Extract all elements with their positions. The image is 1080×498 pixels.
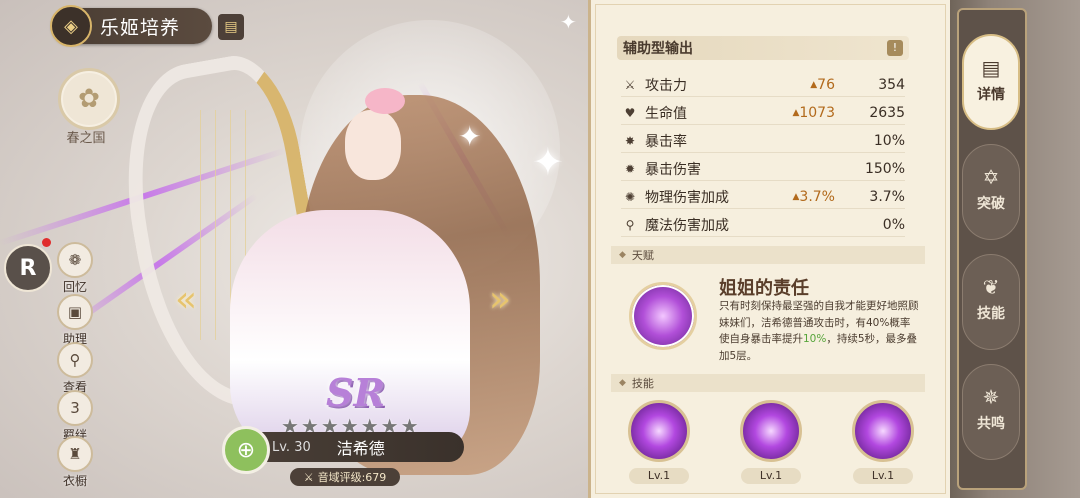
- stat-row: ✺ 物理伤害加成 ▲3.7% 3.7%: [621, 186, 905, 209]
- physical-icon: ✺: [624, 190, 636, 204]
- sword-icon: ⚔: [624, 78, 636, 92]
- skill-icon: [852, 400, 914, 462]
- magic-icon: ⚲: [625, 218, 635, 232]
- character-level-bar: Lv. 30 洁希德: [238, 432, 464, 462]
- diamond-emblem-icon: ◈: [50, 5, 92, 47]
- skills-section-header: ◆ 技能: [611, 374, 925, 392]
- rarity-badge: SR: [326, 370, 386, 415]
- notification-dot: [42, 238, 51, 247]
- skill-slot-2[interactable]: Lv.1: [739, 400, 803, 484]
- heart-icon: ♥: [624, 106, 636, 120]
- talent-icon[interactable]: [629, 282, 697, 350]
- skill-slot-1[interactable]: Lv.1: [627, 400, 691, 484]
- r-menu-button[interactable]: R: [4, 244, 52, 292]
- character-level: Lv. 30: [272, 439, 311, 455]
- stats-header: 辅助型输出 !: [617, 36, 909, 60]
- wardrobe-button[interactable]: ♜ 衣橱: [56, 436, 94, 489]
- detail-panel: 辅助型输出 ! ⚔ 攻击力 ▲76 354 ♥ 生命值 ▲1073 2635 ✸…: [588, 0, 950, 498]
- talent-section-header: ◆ 天赋: [611, 246, 925, 264]
- talent-title: 姐姐的责任: [719, 278, 809, 299]
- star-break-icon: ✡: [982, 165, 1000, 189]
- wardrobe-icon: ♜: [57, 436, 93, 472]
- tab-breakthrough[interactable]: ✡ 突破: [962, 144, 1020, 240]
- book-icon[interactable]: ▤: [218, 14, 244, 40]
- crit-damage-icon: ✹: [624, 162, 636, 176]
- stat-row: ⚔ 攻击力 ▲76 354: [621, 74, 905, 97]
- range-rating: ⚔ 音域评级:679: [290, 468, 400, 486]
- bow-class-icon: ⊕: [222, 426, 270, 474]
- scroll-icon: ▤: [981, 56, 1001, 80]
- screen-title: 乐姬培养: [100, 16, 181, 39]
- tab-skills[interactable]: ❦ 技能: [962, 254, 1020, 350]
- stat-row: ✹ 暴击伤害 150%: [621, 158, 905, 181]
- stat-row: ✸ 暴击率 10%: [621, 130, 905, 153]
- stat-row: ♥ 生命值 ▲1073 2635: [621, 102, 905, 125]
- bond-icon: 3: [57, 390, 93, 426]
- flower-crest-icon[interactable]: ✿: [58, 68, 120, 130]
- assistant-button[interactable]: ▣ 助理: [56, 294, 94, 347]
- resonance-icon: ✵: [982, 385, 1000, 409]
- info-icon[interactable]: !: [887, 40, 903, 56]
- skill-icon: [628, 400, 690, 462]
- wings-icon: ❦: [982, 275, 1000, 299]
- crit-rate-icon: ✸: [624, 134, 636, 148]
- tab-details[interactable]: ▤ 详情: [962, 34, 1020, 130]
- memory-icon: ❁: [57, 242, 93, 278]
- skill-slot-3[interactable]: Lv.1: [851, 400, 915, 484]
- assistant-icon: ▣: [57, 294, 93, 330]
- next-character-arrow[interactable]: »: [482, 282, 518, 318]
- talent-description: 只有时刻保持最坚强的自我才能更好地照顾妹妹们，洁希德普通攻击时，有40%概率使自…: [719, 300, 919, 362]
- crossed-swords-icon: ⚔: [303, 470, 314, 484]
- faction-label: 春之国: [66, 131, 106, 146]
- skill-icon: [740, 400, 802, 462]
- screen-title-bar[interactable]: ◈ 乐姬培养: [50, 5, 212, 47]
- prev-character-arrow[interactable]: «: [168, 282, 204, 318]
- magnify-icon: ⚲: [57, 342, 93, 378]
- stat-row: ⚲ 魔法伤害加成 0%: [621, 214, 905, 237]
- tab-resonance[interactable]: ✵ 共鸣: [962, 364, 1020, 460]
- character-name: 洁希德: [336, 439, 385, 458]
- memory-button[interactable]: ❁ 回忆: [56, 242, 94, 295]
- view-button[interactable]: ⚲ 查看: [56, 342, 94, 395]
